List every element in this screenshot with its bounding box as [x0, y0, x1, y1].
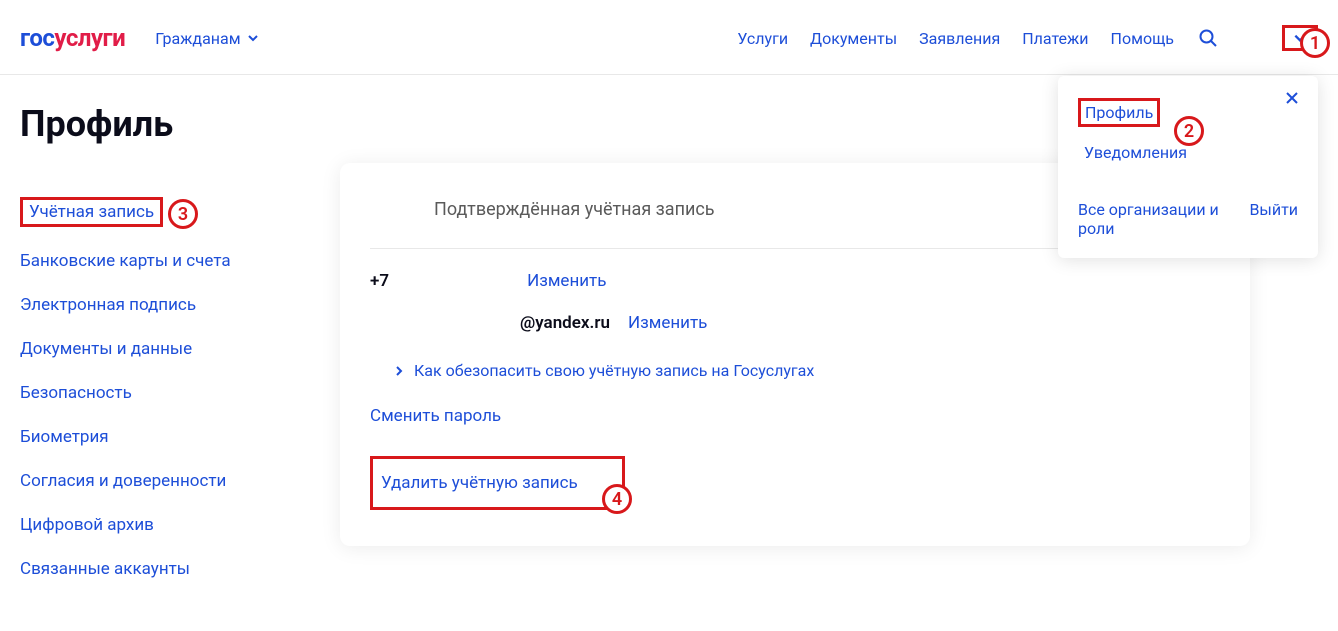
- change-phone-link[interactable]: Изменить: [527, 271, 606, 291]
- sidebar-item-linked[interactable]: Связанные аккаунты: [20, 547, 300, 591]
- phone-value: +7: [370, 271, 389, 291]
- popover-item-orgs[interactable]: Все организации и роли: [1078, 200, 1219, 238]
- sidebar-item-archive[interactable]: Цифровой архив: [20, 503, 300, 547]
- nav-payments[interactable]: Платежи: [1022, 29, 1088, 48]
- chevron-right-icon: [394, 366, 404, 376]
- page-title: Профиль: [20, 103, 300, 145]
- annotation-circle-1: 1: [1300, 28, 1330, 58]
- logo[interactable]: госуслуги: [20, 24, 125, 52]
- user-menu-popover: Профиль Уведомления Все организации и ро…: [1058, 76, 1318, 258]
- nav-help[interactable]: Помощь: [1111, 29, 1174, 48]
- chevron-down-icon: [247, 32, 259, 44]
- top-nav: Услуги Документы Заявления Платежи Помощ…: [737, 26, 1220, 50]
- sidebar-item-consents[interactable]: Согласия и доверенности: [20, 459, 300, 503]
- nav-requests[interactable]: Заявления: [919, 29, 1000, 48]
- nav-documents[interactable]: Документы: [810, 29, 897, 48]
- email-value: @yandex.ru: [520, 313, 610, 333]
- sidebar-item-security[interactable]: Безопасность: [20, 371, 300, 415]
- header: госуслуги Гражданам Услуги Документы Зая…: [0, 0, 1338, 75]
- change-email-link[interactable]: Изменить: [628, 313, 707, 333]
- sidebar: Профиль Учётная запись Банковские карты …: [20, 103, 300, 591]
- nav-services[interactable]: Услуги: [737, 29, 788, 48]
- search-icon[interactable]: [1196, 26, 1220, 50]
- secure-help-link[interactable]: Как обезопасить свою учётную запись на Г…: [370, 361, 1220, 380]
- popover-item-logout[interactable]: Выйти: [1249, 200, 1298, 238]
- sidebar-item-label: Учётная запись: [20, 197, 163, 227]
- sidebar-item-cards[interactable]: Банковские карты и счета: [20, 239, 300, 283]
- annotation-circle-3: 3: [168, 199, 198, 229]
- card-action-links: Сменить пароль Удалить учётную запись: [370, 406, 1220, 510]
- sidebar-item-biometrics[interactable]: Биометрия: [20, 415, 300, 459]
- audience-dropdown[interactable]: Гражданам: [155, 29, 258, 48]
- email-row: @yandex.ru Изменить: [370, 313, 1220, 333]
- logo-part-gos: гос: [20, 24, 54, 52]
- annotation-circle-4: 4: [602, 484, 632, 514]
- sidebar-item-account[interactable]: Учётная запись: [20, 185, 300, 239]
- close-icon[interactable]: [1284, 90, 1300, 106]
- audience-label: Гражданам: [155, 29, 240, 48]
- sidebar-item-esignature[interactable]: Электронная подпись: [20, 283, 300, 327]
- phone-row: +7 Изменить: [370, 271, 1220, 291]
- logo-part-uslugi: услуги: [54, 24, 125, 52]
- annotation-circle-2: 2: [1174, 116, 1204, 146]
- secure-help-label: Как обезопасить свою учётную запись на Г…: [414, 361, 814, 380]
- delete-account-link[interactable]: Удалить учётную запись: [370, 456, 625, 510]
- popover-item-profile[interactable]: Профиль: [1078, 98, 1160, 127]
- change-password-link[interactable]: Сменить пароль: [370, 406, 501, 426]
- sidebar-item-docs[interactable]: Документы и данные: [20, 327, 300, 371]
